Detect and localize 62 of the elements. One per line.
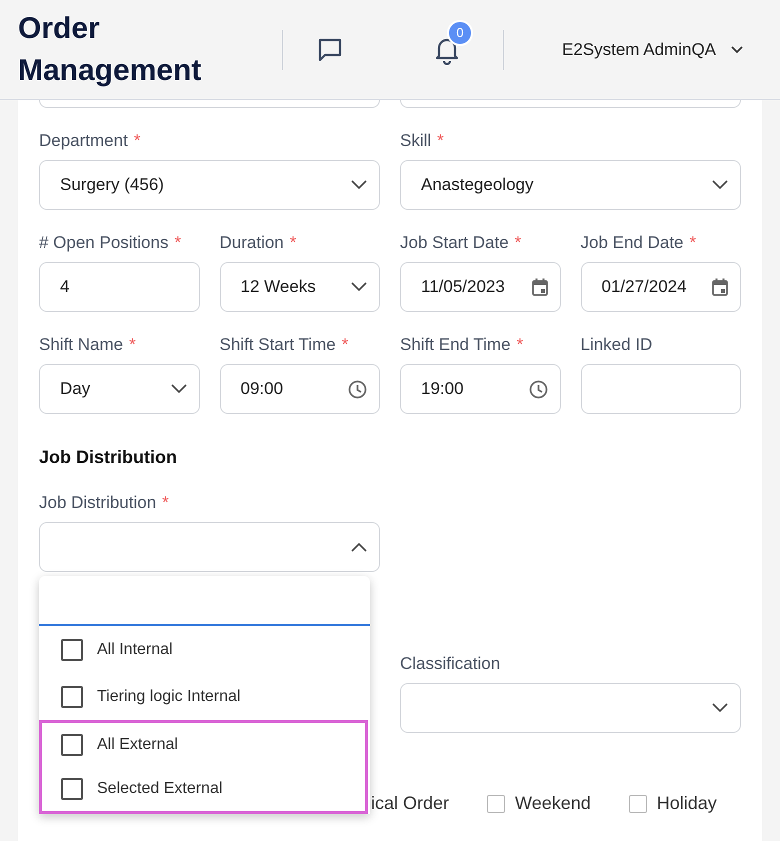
user-menu[interactable]: E2System AdminQA — [562, 40, 716, 60]
checkbox-label: ical Order — [371, 793, 450, 814]
clock-icon — [348, 380, 367, 398]
checkbox-label: Weekend — [515, 793, 591, 814]
field-label: Job Start Date — [400, 232, 509, 254]
dropdown[interactable]: Surgery (456) — [39, 160, 380, 210]
checkbox-label: Holiday — [656, 793, 717, 814]
required-mark: * — [514, 232, 522, 254]
date-field[interactable]: 01/27/2024 — [580, 262, 741, 312]
input-field[interactable] — [400, 100, 741, 108]
checkbox[interactable] — [61, 638, 83, 660]
chevron-down-icon — [351, 282, 367, 292]
input-field[interactable] — [580, 364, 741, 414]
required-mark: * — [290, 232, 296, 254]
dropdown-option[interactable]: Tiering logic Internal — [39, 673, 370, 720]
chevron-down-icon — [170, 384, 186, 394]
checkbox[interactable] — [61, 734, 83, 756]
date-field[interactable]: 11/05/2023 — [400, 262, 560, 312]
field-label: # Open Positions — [39, 232, 168, 254]
checkbox[interactable] — [487, 794, 506, 812]
notification-badge: 0 — [447, 20, 473, 46]
field-label: Job End Date — [580, 232, 684, 254]
field-label: Classification — [400, 653, 500, 675]
clock-icon — [528, 380, 548, 398]
calendar-icon — [532, 278, 548, 296]
calendar-icon — [712, 278, 728, 296]
field-label: Linked ID — [580, 334, 652, 356]
input-field[interactable] — [39, 100, 380, 108]
field-label: Duration — [220, 232, 284, 254]
field-label: Department — [39, 130, 128, 152]
dropdown-option[interactable]: Selected External — [39, 767, 368, 814]
required-mark: * — [437, 130, 444, 152]
time-field[interactable]: 09:00 — [220, 364, 380, 414]
checkbox[interactable] — [628, 794, 647, 812]
input-field[interactable]: 4 — [39, 262, 200, 312]
chevron-down-icon — [712, 180, 728, 190]
dropdown-option[interactable]: All External — [39, 720, 368, 767]
field-label: Shift End Time — [400, 334, 511, 356]
chevron-icon — [351, 542, 367, 552]
checkbox[interactable] — [61, 686, 83, 708]
required-mark: * — [342, 334, 348, 356]
field-label: Skill — [400, 130, 432, 152]
field-label: Job Distribution — [39, 492, 156, 514]
required-mark: * — [690, 232, 696, 254]
field-label: Shift Name — [39, 334, 124, 356]
chevron-down-icon — [712, 703, 728, 713]
checkbox[interactable] — [61, 778, 83, 800]
required-mark: * — [134, 130, 140, 152]
field-label: Shift Start Time — [220, 334, 336, 356]
dropdown[interactable]: Day — [39, 364, 200, 414]
dropdown[interactable]: Anastegeology — [400, 160, 741, 210]
chevron-down-icon — [351, 180, 367, 190]
dropdown-option[interactable]: All Internal — [39, 626, 370, 673]
required-mark: * — [129, 334, 136, 356]
page-title: Order Management — [18, 10, 202, 88]
required-mark: * — [516, 334, 524, 356]
required-mark: * — [174, 232, 182, 254]
time-field[interactable]: 19:00 — [400, 364, 560, 414]
required-mark: * — [162, 492, 169, 514]
dropdown[interactable]: 12 Weeks — [220, 262, 380, 312]
chevron-down-icon[interactable] — [730, 44, 744, 54]
section-heading: Job Distribution — [39, 447, 178, 468]
